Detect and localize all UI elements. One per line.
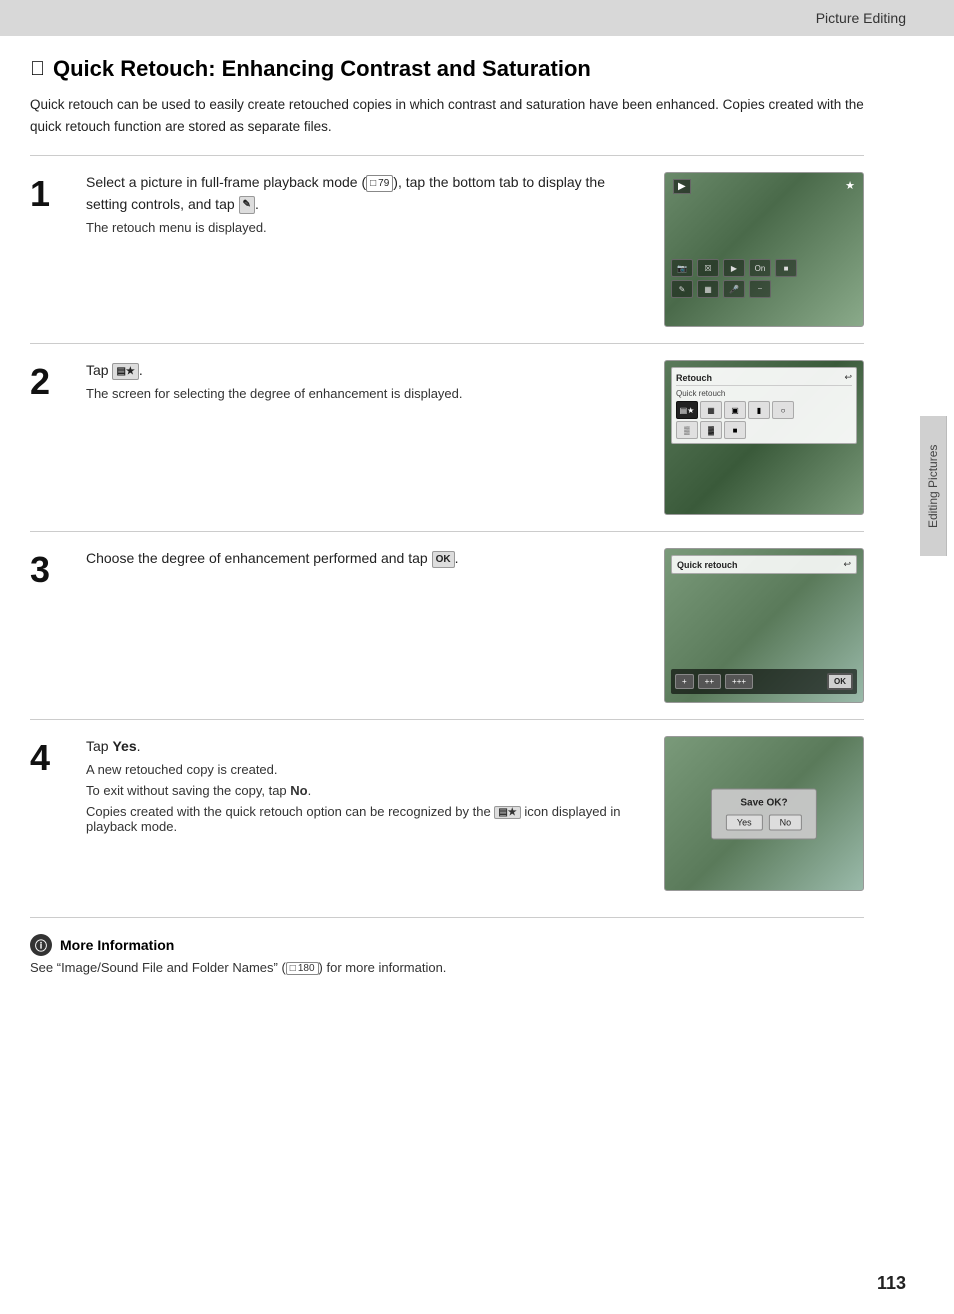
more-info-ref: □ 180 <box>286 962 319 975</box>
more-info-title-text: More Information <box>60 937 174 953</box>
star-badge: ★ <box>845 179 855 192</box>
save-buttons: Yes No <box>726 814 802 830</box>
step-1-number: 1 <box>30 172 70 212</box>
cam-icon-6: ✎ <box>671 280 693 298</box>
cam-icon-5: ■ <box>775 259 797 277</box>
step3-ok-icon: OK <box>432 551 455 569</box>
step-4-text: Tap Yes. <box>86 736 648 758</box>
save-ok-label: Save OK? <box>726 797 802 808</box>
r-icon-2: ▦ <box>700 401 722 419</box>
cam-icon-7: ▦ <box>697 280 719 298</box>
r-icon-6: ▒ <box>676 421 698 439</box>
enh-btn-1[interactable]: + <box>675 674 694 689</box>
step4-no-label: No <box>290 783 307 798</box>
r-icon-8: ■ <box>724 421 746 439</box>
step-4-image: Save OK? Yes No <box>664 736 864 891</box>
step1-ref: □ 79 <box>366 175 393 193</box>
enh-btn-3[interactable]: +++ <box>725 674 753 689</box>
icon-row-1: 📷 ☒ ▶ On ■ <box>671 259 857 277</box>
quick-retouch-icon:  <box>30 58 45 81</box>
cam-icon-3: ▶ <box>723 259 745 277</box>
page-number: 113 <box>877 1273 906 1294</box>
ok-button[interactable]: OK <box>827 673 853 690</box>
more-info-icon: ⓘ <box>30 934 52 956</box>
step-2-sub: The screen for selecting the degree of e… <box>86 386 648 401</box>
step-1-row: 1 Select a picture in full-frame playbac… <box>30 155 864 343</box>
page-title-text: Quick Retouch: Enhancing Contrast and Sa… <box>53 56 591 82</box>
step-2-number: 2 <box>30 360 70 400</box>
cam-icon-2: ☒ <box>697 259 719 277</box>
cam-icon-8: 🎤 <box>723 280 745 298</box>
step-1-image: ▶ ★ 📷 ☒ ▶ On ■ ✎ ▦ 🎤 <box>664 172 864 327</box>
right-sidebar: Editing Pictures <box>912 36 954 936</box>
step-4-row: 4 Tap Yes. A new retouched copy is creat… <box>30 719 864 907</box>
cam-icon-9: ⎯ <box>749 280 771 298</box>
retouch-panel: Retouch ↩ Quick retouch ▤★ ▦ ▣ ▮ ○ ▒ ▓ <box>671 367 857 444</box>
r-icon-7: ▓ <box>700 421 722 439</box>
playback-icon: ▶ <box>673 179 691 194</box>
more-info-title: ⓘ More Information <box>30 934 864 956</box>
r-icon-1: ▤★ <box>676 401 698 419</box>
save-dialog: Save OK? Yes No <box>711 788 817 839</box>
icon-row-2: ✎ ▦ 🎤 ⎯ <box>671 280 857 298</box>
cam-icon-1: 📷 <box>671 259 693 277</box>
step-4-sub2: To exit without saving the copy, tap No. <box>86 783 648 798</box>
retouch-title-bar: Retouch ↩ <box>676 372 852 386</box>
page: Picture Editing Editing Pictures  Quick… <box>0 0 954 1314</box>
main-content:  Quick Retouch: Enhancing Contrast and … <box>0 36 912 995</box>
bottom-icons: 📷 ☒ ▶ On ■ ✎ ▦ 🎤 ⎯ <box>665 259 863 298</box>
enh-btn-2[interactable]: ++ <box>698 674 721 689</box>
enhancement-bar: + ++ +++ OK <box>671 669 857 694</box>
header-band: Picture Editing <box>0 0 954 36</box>
step4-retouch-badge: ▤★ <box>494 806 520 819</box>
step-4-content: Tap Yes. A new retouched copy is created… <box>86 736 648 834</box>
step-4-number: 4 <box>30 736 70 776</box>
back-icon: ↩ <box>844 372 852 383</box>
step-3-content: Choose the degree of enhancement perform… <box>86 548 648 574</box>
step-3-image: Quick retouch ↩ + ++ +++ OK <box>664 548 864 703</box>
quick-panel: Quick retouch ↩ <box>671 555 857 574</box>
step-2-text: Tap ▤★. <box>86 360 648 382</box>
more-info-text: See “Image/Sound File and Folder Names” … <box>30 960 864 975</box>
step-3-number: 3 <box>30 548 70 588</box>
retouch-title: Retouch <box>676 373 712 383</box>
intro-text: Quick retouch can be used to easily crea… <box>30 94 864 137</box>
step2-tap-icon: ▤★ <box>112 363 138 381</box>
step-1-text: Select a picture in full-frame playback … <box>86 172 648 215</box>
retouch-sub: Quick retouch <box>676 389 852 398</box>
step-3-text: Choose the degree of enhancement perform… <box>86 548 648 570</box>
retouch-icons-row2: ▒ ▓ ■ <box>676 421 852 439</box>
r-icon-3: ▣ <box>724 401 746 419</box>
step-2-image: Retouch ↩ Quick retouch ▤★ ▦ ▣ ▮ ○ ▒ ▓ <box>664 360 864 515</box>
step-4-sub3: Copies created with the quick retouch op… <box>86 804 648 834</box>
sidebar-label: Editing Pictures <box>920 416 947 556</box>
step-4-sub1: A new retouched copy is created. <box>86 762 648 777</box>
quick-panel-title: Quick retouch <box>677 560 738 570</box>
r-icon-5: ○ <box>772 401 794 419</box>
step-2-content: Tap ▤★. The screen for selecting the deg… <box>86 360 648 401</box>
step1-edit-icon: ✎ <box>239 196 255 214</box>
step-2-row: 2 Tap ▤★. The screen for selecting the d… <box>30 343 864 531</box>
save-yes-button[interactable]: Yes <box>726 814 763 830</box>
r-icon-4: ▮ <box>748 401 770 419</box>
bottom-info: ⓘ More Information See “Image/Sound File… <box>30 917 864 975</box>
header-title: Picture Editing <box>816 10 906 26</box>
step1-overlay: ▶ ★ 📷 ☒ ▶ On ■ ✎ ▦ 🎤 <box>665 173 863 326</box>
step-1-sub: The retouch menu is displayed. <box>86 220 648 235</box>
quick-back-icon: ↩ <box>843 559 851 570</box>
page-title:  Quick Retouch: Enhancing Contrast and … <box>30 56 864 82</box>
step4-yes-label: Yes <box>112 738 136 754</box>
step-3-row: 3 Choose the degree of enhancement perfo… <box>30 531 864 719</box>
save-no-button[interactable]: No <box>769 814 803 830</box>
step-1-content: Select a picture in full-frame playback … <box>86 172 648 234</box>
retouch-icons-row1: ▤★ ▦ ▣ ▮ ○ <box>676 401 852 419</box>
cam-icon-4: On <box>749 259 771 277</box>
